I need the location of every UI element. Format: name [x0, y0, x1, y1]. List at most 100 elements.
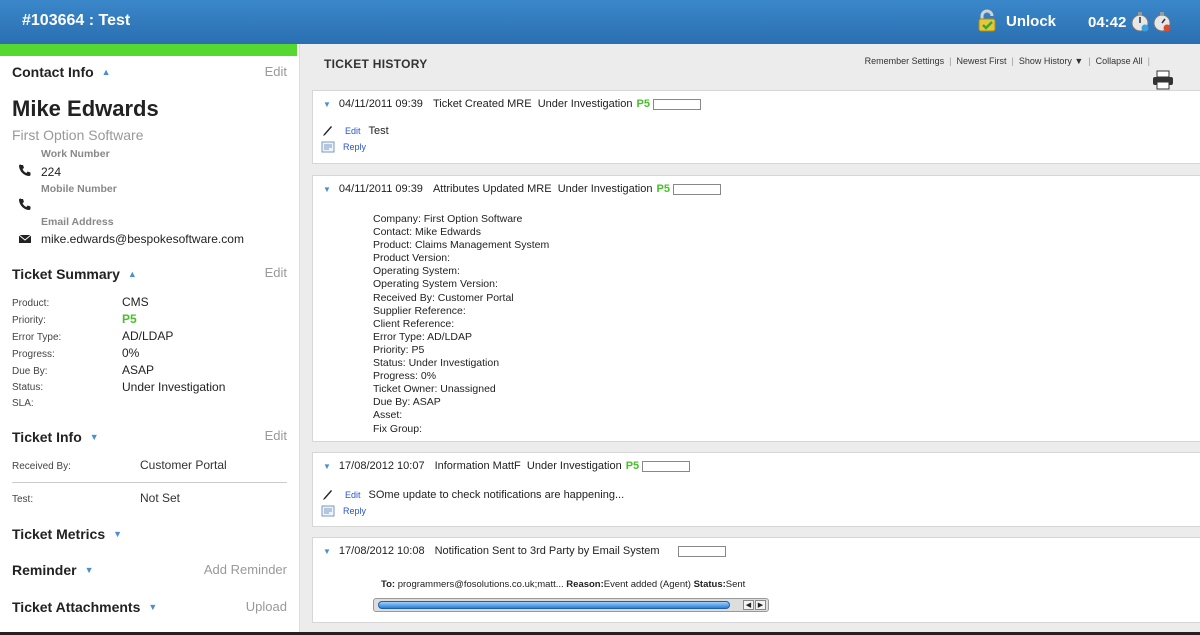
stopwatch-stop-icon[interactable] — [1152, 11, 1172, 33]
summary-value-due-by: ASAP — [122, 363, 155, 377]
scrollbar-thumb[interactable] — [378, 601, 730, 609]
summary-label: SLA: — [12, 398, 34, 409]
collapse-all-link[interactable]: Collapse All — [1091, 56, 1148, 66]
attribute-line: Priority: P5 — [373, 343, 425, 356]
notification-details: To: programmers@fosolutions.co.uk;matt..… — [381, 579, 745, 590]
summary-value-progress: 0% — [122, 346, 140, 360]
remember-settings-link[interactable]: Remember Settings — [860, 56, 950, 66]
upload-link[interactable]: Upload — [246, 599, 287, 614]
received-by-label: Received By: — [12, 461, 71, 472]
ticket-info-edit-link[interactable]: Edit — [265, 428, 287, 443]
history-entry: ▼ 04/11/2011 09:39 Ticket Created MRE Un… — [312, 90, 1200, 164]
attribute-line: Progress: 0% — [373, 370, 437, 383]
summary-value-priority: P5 — [122, 312, 137, 326]
ticket-history-title: TICKET HISTORY — [324, 57, 428, 71]
status-label: Status: — [693, 579, 726, 590]
contact-edit-link[interactable]: Edit — [265, 64, 287, 79]
summary-edit-link[interactable]: Edit — [265, 265, 287, 280]
ticket-info-toggle[interactable]: Ticket Info ▼ — [12, 429, 99, 445]
summary-label: Priority: — [12, 315, 46, 326]
history-entry-header: ▼ 04/11/2011 09:39 Attributes Updated MR… — [323, 183, 721, 195]
reason-value: Event added (Agent) — [603, 579, 691, 590]
history-entry-header: ▼ 17/08/2012 10:07 Information MattF Und… — [323, 460, 691, 472]
summary-label: Progress: — [12, 349, 55, 360]
entry-status: Under Investigation — [537, 98, 633, 110]
scroll-right-icon[interactable]: ▶ — [755, 600, 766, 610]
attribute-line: Operating System Version: — [373, 278, 498, 291]
attribute-line: Supplier Reference: — [373, 304, 466, 317]
chevron-down-icon: ▼ — [113, 529, 123, 539]
mobile-number-label: Mobile Number — [41, 183, 117, 195]
entry-datetime: 17/08/2012 10:07 — [338, 460, 425, 472]
attribute-line: Contact: Mike Edwards — [373, 226, 481, 239]
chevron-down-icon: ▼ — [84, 565, 94, 575]
entry-status: Under Investigation — [557, 183, 653, 195]
to-value: programmers@fosolutions.co.uk;matt... — [397, 579, 564, 590]
timer-value: 04:42 — [1088, 13, 1127, 31]
edit-note-link[interactable]: Edit — [345, 126, 361, 136]
entry-tag-box — [672, 183, 721, 195]
horizontal-scrollbar[interactable]: ◀ ▶ — [373, 598, 769, 612]
entry-tag-box — [652, 98, 701, 110]
entry-priority: P5 — [636, 98, 650, 110]
chevron-down-icon: ▼ — [148, 602, 158, 612]
entry-tag-box — [642, 460, 691, 472]
stopwatch-icon[interactable] — [1130, 11, 1150, 33]
ticket-summary-toggle[interactable]: Ticket Summary ▲ — [12, 266, 137, 282]
add-reminder-link[interactable]: Add Reminder — [204, 562, 287, 577]
ticket-attachments-toggle[interactable]: Ticket Attachments ▼ — [12, 599, 157, 615]
history-toolbar: Remember Settings | Newest First | Show … — [860, 56, 1150, 66]
status-value: Sent — [725, 579, 746, 590]
envelope-icon — [18, 234, 32, 243]
collapse-triangle-icon[interactable]: ▼ — [323, 462, 331, 471]
reminder-toggle[interactable]: Reminder ▼ — [12, 562, 94, 578]
show-history-dropdown[interactable]: Show History ▼ — [1014, 56, 1088, 66]
collapse-triangle-icon[interactable]: ▼ — [323, 547, 331, 556]
summary-label: Due By: — [12, 366, 48, 377]
contact-info-toggle[interactable]: Contact Info ▲ — [12, 64, 111, 80]
scroll-left-icon[interactable]: ◀ — [743, 600, 754, 610]
attribute-line: Error Type: AD/LDAP — [373, 330, 473, 343]
collapse-triangle-icon[interactable]: ▼ — [323, 100, 331, 109]
reminder-heading: Reminder — [12, 562, 77, 578]
history-entry: ▼ 17/08/2012 10:08 Notification Sent to … — [312, 537, 1200, 623]
attribute-line: Product: Claims Management System — [373, 239, 550, 252]
to-label: To: — [381, 579, 396, 590]
attribute-line: Ticket Owner: Unassigned — [373, 383, 496, 396]
printer-icon[interactable] — [1152, 70, 1174, 90]
chevron-up-icon: ▲ — [101, 67, 111, 77]
ticket-metrics-toggle[interactable]: Ticket Metrics ▼ — [12, 526, 122, 542]
phone-icon — [19, 164, 31, 176]
summary-value-status: Under Investigation — [122, 380, 226, 394]
test-value[interactable]: Not Set — [140, 491, 180, 505]
phone-icon — [19, 198, 31, 210]
attribute-line: Operating System: — [373, 265, 460, 278]
newest-first-link[interactable]: Newest First — [951, 56, 1011, 66]
summary-label: Status: — [12, 382, 44, 393]
attribute-line: Received By: Customer Portal — [373, 291, 514, 304]
unlock-button[interactable]: Unlock — [976, 9, 1056, 33]
collapse-triangle-icon[interactable]: ▼ — [323, 185, 331, 194]
entry-note: SOme update to check notifications are h… — [368, 489, 625, 501]
edit-note-link[interactable]: Edit — [345, 490, 361, 500]
pencil-icon — [323, 126, 332, 136]
test-label: Test: — [12, 494, 34, 505]
contact-info-heading: Contact Info — [12, 64, 94, 80]
ticket-metrics-heading: Ticket Metrics — [12, 526, 106, 542]
ticket-title: #103664 : Test — [22, 12, 131, 29]
history-entry: ▼ 04/11/2011 09:39 Attributes Updated MR… — [312, 175, 1200, 442]
work-number-value[interactable]: 224 — [41, 165, 61, 179]
reply-link[interactable]: Reply — [343, 506, 366, 516]
attribute-line: Client Reference: — [373, 317, 455, 330]
email-address-label: Email Address — [41, 216, 114, 228]
attribute-line: Fix Group: — [373, 422, 423, 435]
entry-user: MRE — [507, 98, 532, 110]
padlock-icon — [978, 9, 996, 32]
history-entry-header: ▼ 04/11/2011 09:39 Ticket Created MRE Un… — [323, 98, 701, 110]
ticket-history-panel: TICKET HISTORY Remember Settings | Newes… — [300, 44, 1200, 633]
attribute-list: Company: First Option Software Contact: … — [373, 213, 549, 436]
ticket-attachments-heading: Ticket Attachments — [12, 599, 141, 615]
email-address-value[interactable]: mike.edwards@bespokesoftware.com — [41, 232, 244, 246]
entry-status: Under Investigation — [526, 460, 622, 472]
reply-link[interactable]: Reply — [343, 142, 366, 152]
